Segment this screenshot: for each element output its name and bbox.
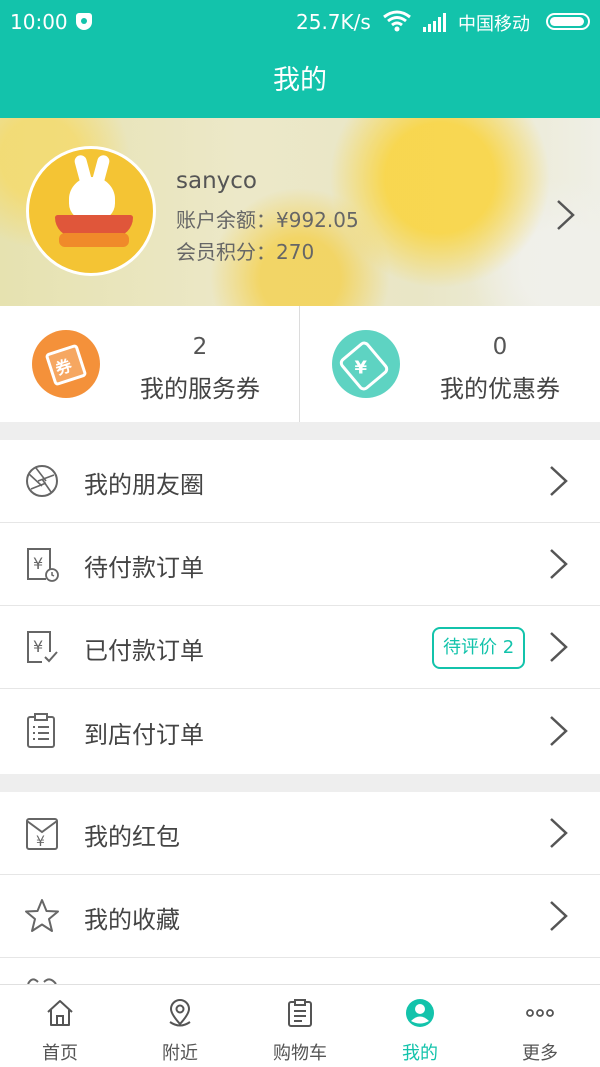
tab-cart[interactable]: 购物车 <box>240 985 360 1067</box>
member-points: 会员积分：270 <box>176 240 315 264</box>
tab-label: 更多 <box>522 1043 558 1064</box>
signal-icon <box>423 13 446 32</box>
carrier-name: 中国移动 <box>458 14 530 35</box>
menu-item-label: 我的朋友圈 <box>84 471 204 499</box>
avatar[interactable] <box>26 146 156 276</box>
chevron-right-icon <box>550 632 568 662</box>
tab-label: 首页 <box>42 1043 78 1064</box>
tab-more[interactable]: 更多 <box>480 985 600 1067</box>
avatar-banner <box>59 233 129 247</box>
partial-icon <box>27 978 57 984</box>
yuan-clock-icon: ¥ <box>27 548 59 582</box>
menu-item-red-envelopes[interactable]: ¥ 我的红包 <box>0 792 600 875</box>
menu-item-partial <box>0 958 600 984</box>
menu-item-pending-payment[interactable]: ¥ 待付款订单 <box>0 523 600 606</box>
svg-text:¥: ¥ <box>33 554 43 573</box>
aperture-icon <box>26 465 58 497</box>
yuan-check-icon: ¥ <box>27 631 58 663</box>
chevron-right-icon <box>550 716 568 746</box>
tab-home[interactable]: 首页 <box>0 985 120 1067</box>
pending-review-badge[interactable]: 待评价 2 <box>432 627 526 669</box>
page-title: 我的 <box>0 44 600 118</box>
menu-group-orders: 我的朋友圈 ¥ 待付款订单 ¥ 已付款订单 待评价 2 到店付订单 <box>0 440 600 774</box>
menu-item-label: 我的收藏 <box>84 906 180 934</box>
tab-mine[interactable]: 我的 <box>360 985 480 1067</box>
location-pin-icon <box>169 999 191 1027</box>
price-tag-icon: ¥ <box>332 330 400 398</box>
bottom-tab-bar: 首页 附近 购物车 我的 更多 <box>0 984 600 1067</box>
menu-item-label: 到店付订单 <box>84 721 204 749</box>
chevron-right-icon <box>550 901 568 931</box>
chevron-right-icon <box>550 549 568 579</box>
more-dots-icon <box>526 1009 554 1017</box>
red-envelope-icon: ¥ <box>26 818 58 850</box>
battery-icon <box>546 13 590 30</box>
wifi-icon <box>383 10 411 32</box>
clipboard-list-icon <box>27 713 55 748</box>
menu-item-favorites[interactable]: 我的收藏 <box>0 875 600 958</box>
menu-item-label: 待付款订单 <box>84 554 204 582</box>
tab-label: 购物车 <box>273 1043 327 1064</box>
menu-item-label: 我的红包 <box>84 823 180 851</box>
status-bar: 10:00 25.7K/s 中国移动 <box>0 0 600 44</box>
menu-item-moments[interactable]: 我的朋友圈 <box>0 440 600 523</box>
discount-coupon-count: 0 <box>492 334 508 360</box>
clipboard-icon <box>288 999 312 1027</box>
menu-item-label: 已付款订单 <box>84 637 204 665</box>
discount-coupon-label: 我的优惠券 <box>440 375 560 403</box>
menu-group-wallet: ¥ 我的红包 我的收藏 <box>0 792 600 984</box>
svg-text:¥: ¥ <box>36 834 45 850</box>
user-icon <box>406 999 434 1027</box>
tab-nearby[interactable]: 附近 <box>120 985 240 1067</box>
tab-label: 我的 <box>402 1043 438 1064</box>
account-balance: 账户余额：¥992.05 <box>176 208 359 232</box>
discount-coupon-button[interactable]: ¥ 0 我的优惠券 <box>300 306 599 422</box>
coupon-summary: 券 2 我的服务券 ¥ 0 我的优惠券 <box>0 306 600 422</box>
chevron-right-icon <box>557 200 575 230</box>
star-icon <box>25 899 59 932</box>
shield-icon <box>76 13 92 30</box>
status-time: 10:00 <box>10 10 68 34</box>
service-coupon-count: 2 <box>192 334 208 360</box>
chevron-right-icon <box>550 818 568 848</box>
ticket-icon: 券 <box>32 330 100 398</box>
home-icon <box>47 1000 73 1026</box>
username: sanyco <box>176 168 257 194</box>
profile-card[interactable]: sanyco 账户余额：¥992.05 会员积分：270 <box>0 118 600 306</box>
service-coupon-button[interactable]: 券 2 我的服务券 <box>0 306 299 422</box>
tab-label: 附近 <box>162 1043 198 1064</box>
svg-text:¥: ¥ <box>33 637 43 656</box>
service-coupon-label: 我的服务券 <box>140 375 260 403</box>
network-speed: 25.7K/s <box>296 10 371 34</box>
menu-item-in-store-orders[interactable]: 到店付订单 <box>0 690 600 773</box>
menu-item-paid-orders[interactable]: ¥ 已付款订单 待评价 2 <box>0 606 600 689</box>
chevron-right-icon <box>550 466 568 496</box>
